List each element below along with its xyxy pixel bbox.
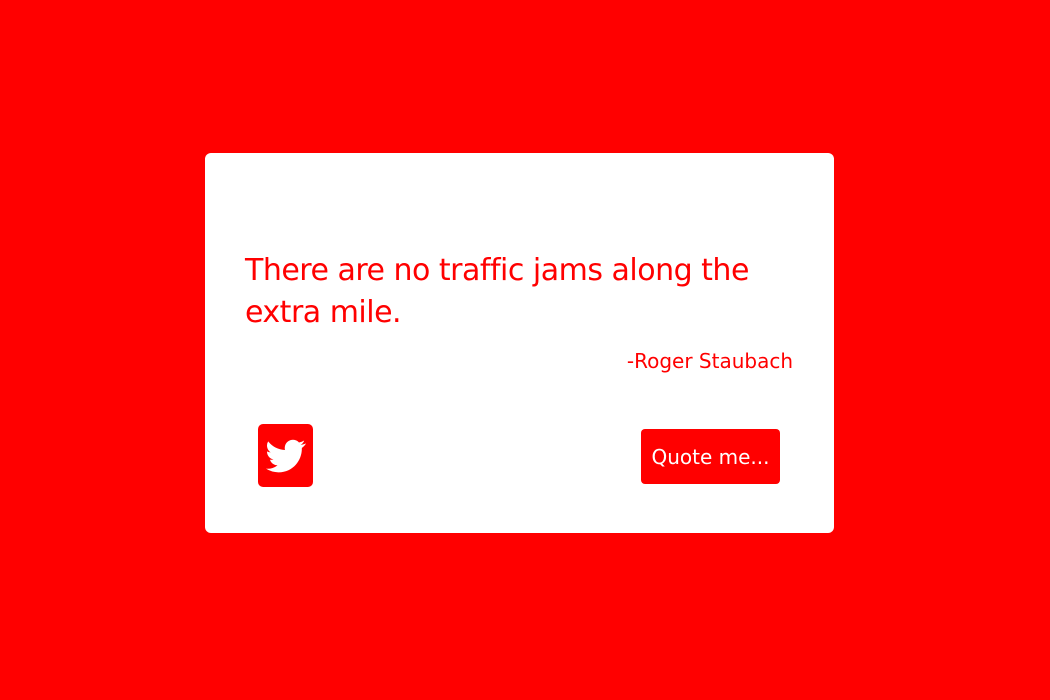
twitter-icon bbox=[265, 439, 306, 472]
tweet-quote-button[interactable] bbox=[258, 424, 313, 487]
quote-card: There are no traffic jams along the extr… bbox=[205, 153, 834, 533]
quote-text: There are no traffic jams along the extr… bbox=[245, 253, 749, 330]
quote-author: -Roger Staubach bbox=[626, 349, 793, 373]
new-quote-button[interactable]: Quote me... bbox=[641, 429, 780, 484]
